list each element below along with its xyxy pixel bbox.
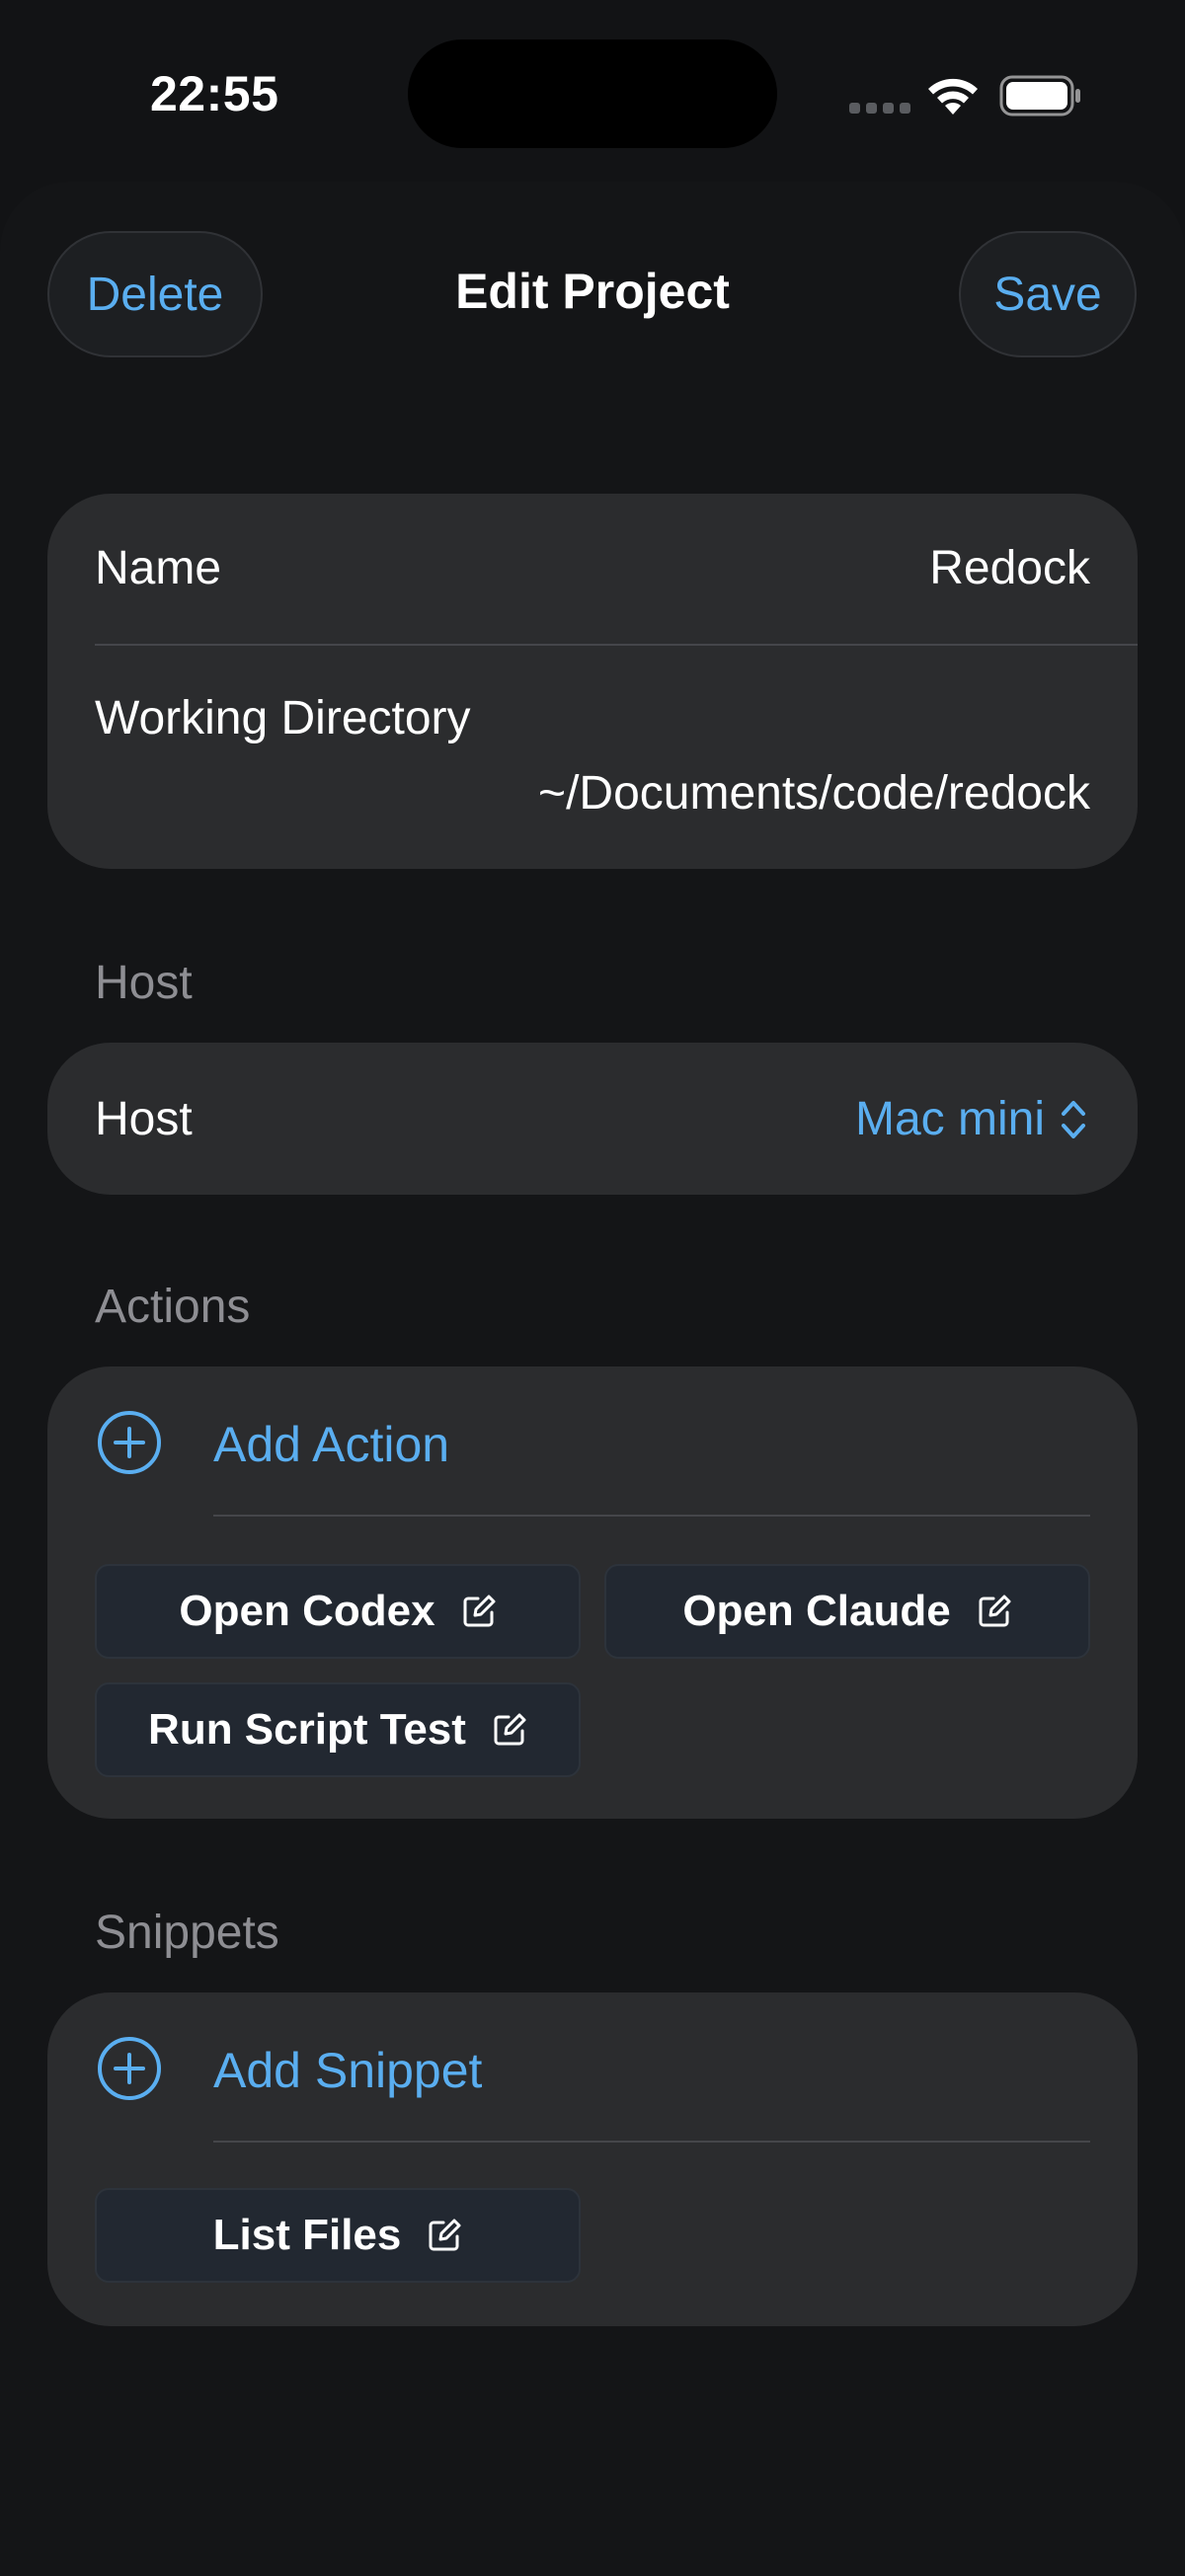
dynamic-island	[408, 39, 777, 148]
edit-icon[interactable]	[492, 1712, 527, 1748]
snippets-card: Add Snippet List Files	[47, 1992, 1138, 2326]
wifi-icon	[928, 78, 978, 115]
plus-circle-icon	[98, 1411, 161, 1474]
page-title: Edit Project	[455, 264, 730, 319]
divider	[213, 1515, 1090, 1517]
working-directory-row[interactable]: Working Directory ~/Documents/code/redoc…	[47, 646, 1138, 869]
save-button[interactable]: Save	[959, 231, 1137, 357]
edit-icon[interactable]	[427, 2218, 462, 2253]
edit-icon[interactable]	[461, 1594, 497, 1629]
actions-card: Add Action Open Codex Open Claude Run Sc…	[47, 1366, 1138, 1819]
cellular-signal-icon	[849, 103, 910, 114]
action-chip-open-codex[interactable]: Open Codex	[95, 1564, 581, 1659]
project-info-card: Name Redock Working Directory ~/Document…	[47, 494, 1138, 869]
action-chip-label: Run Script Test	[148, 1705, 466, 1754]
divider	[213, 2141, 1090, 2143]
name-row[interactable]: Name Redock	[47, 494, 1138, 644]
host-label: Host	[95, 1093, 193, 1145]
snippets-section-header: Snippets	[95, 1907, 279, 1959]
name-label: Name	[95, 542, 222, 594]
snippet-chip-list-files[interactable]: List Files	[95, 2188, 581, 2283]
host-picker[interactable]: Mac mini	[855, 1092, 1088, 1146]
working-directory-label: Working Directory	[95, 692, 471, 744]
plus-circle-icon	[98, 2037, 161, 2100]
action-chip-open-claude[interactable]: Open Claude	[604, 1564, 1090, 1659]
host-value: Mac mini	[854, 1093, 1045, 1145]
edit-icon[interactable]	[977, 1594, 1012, 1629]
chevron-up-down-icon	[1062, 1100, 1085, 1138]
working-directory-field[interactable]: ~/Documents/code/redock	[538, 766, 1090, 820]
add-snippet-button[interactable]: Add Snippet	[47, 1992, 1138, 2141]
action-chip-label: Open Claude	[682, 1587, 951, 1635]
action-chip-run-script-test[interactable]: Run Script Test	[95, 1682, 581, 1777]
battery-icon	[999, 75, 1080, 117]
add-snippet-label: Add Snippet	[213, 2043, 483, 2098]
name-field[interactable]: Redock	[929, 541, 1090, 595]
add-action-label: Add Action	[213, 1417, 450, 1472]
status-bar: 22:55	[0, 0, 1185, 178]
action-chip-label: Open Codex	[179, 1587, 435, 1635]
add-action-button[interactable]: Add Action	[47, 1366, 1138, 1515]
actions-section-header: Actions	[95, 1281, 251, 1333]
delete-button[interactable]: Delete	[47, 231, 263, 357]
host-card[interactable]: Host Mac mini	[47, 1043, 1138, 1195]
status-time: 22:55	[150, 66, 279, 121]
snippet-chip-label: List Files	[212, 2211, 402, 2259]
host-section-header: Host	[95, 957, 193, 1009]
